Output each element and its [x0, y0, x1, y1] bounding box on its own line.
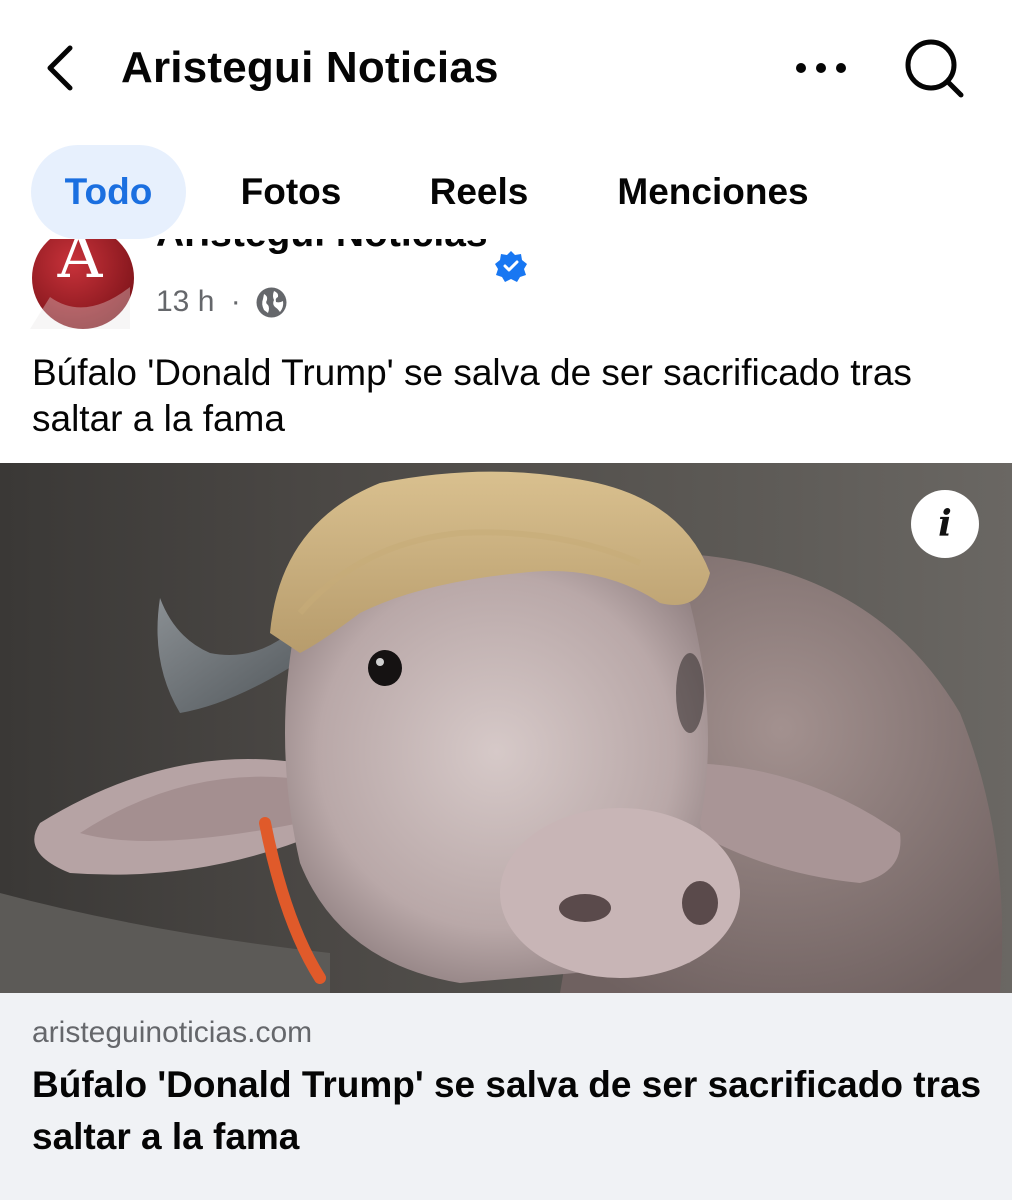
more-horizontal-icon: [796, 63, 846, 73]
post-text: Búfalo 'Donald Trump' se salva de ser sa…: [32, 352, 912, 439]
post-header: A Aristegui Noticias 13 h ·: [0, 239, 1012, 339]
tab-fotos[interactable]: Fotos: [218, 145, 364, 239]
link-domain: aristeguinoticias.com: [32, 1016, 313, 1049]
profile-tabs: Todo Fotos Reels Menciones: [0, 145, 1012, 239]
tab-menciones[interactable]: Menciones: [592, 145, 834, 239]
chevron-left-icon: [47, 45, 73, 91]
meta-separator: ·: [230, 285, 241, 319]
link-preview-card[interactable]: aristeguinoticias.com Búfalo 'Donald Tru…: [0, 993, 1012, 1200]
info-icon: i: [938, 503, 952, 545]
avatar[interactable]: A: [30, 239, 136, 329]
search-icon: [905, 39, 964, 98]
search-button[interactable]: [900, 36, 968, 100]
post-time[interactable]: 13 h: [156, 285, 214, 318]
globe-icon[interactable]: [255, 286, 288, 319]
post-image[interactable]: [0, 463, 1012, 993]
tab-reels[interactable]: Reels: [408, 145, 550, 239]
more-options-button[interactable]: [790, 48, 854, 88]
image-info-button[interactable]: i: [911, 490, 979, 558]
link-title: Búfalo 'Donald Trump' se salva de ser sa…: [32, 1064, 982, 1157]
page-title: Aristegui Noticias: [121, 43, 499, 92]
back-button[interactable]: [40, 40, 84, 96]
top-bar: Aristegui Noticias: [0, 0, 1012, 135]
verified-badge-icon: [495, 251, 527, 282]
post-meta: 13 h ·: [156, 283, 288, 319]
avatar-letter: A: [57, 239, 104, 292]
tab-todo[interactable]: Todo: [31, 145, 186, 239]
post-author-name[interactable]: Aristegui Noticias: [156, 239, 488, 259]
